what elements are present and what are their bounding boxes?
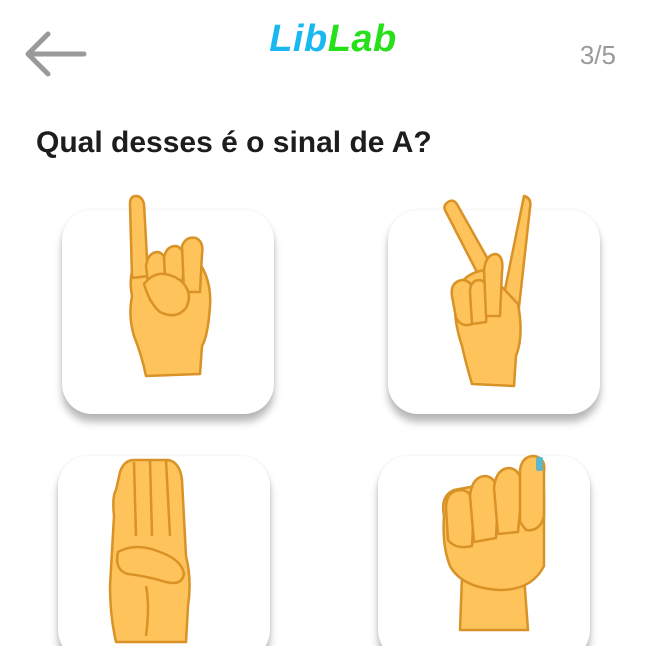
answer-option-2[interactable] bbox=[388, 194, 600, 414]
answer-option-3[interactable] bbox=[58, 456, 270, 646]
question-title: Qual desses é o sinal de A? bbox=[36, 126, 432, 159]
answer-option-4[interactable] bbox=[378, 454, 590, 646]
hand-sign-crossed-fingers-icon bbox=[443, 194, 532, 388]
logo-part-lab: Lab bbox=[327, 18, 397, 60]
answer-option-1[interactable] bbox=[62, 194, 274, 414]
hand-sign-flat-palm-icon bbox=[108, 458, 191, 644]
app-logo: LibLab bbox=[0, 18, 666, 61]
hand-sign-fist-thumb-side-icon bbox=[441, 454, 546, 632]
quiz-screen: LibLab 3/5 Qual desses é o sinal de A? bbox=[0, 0, 666, 646]
hand-sign-pinky-up-icon bbox=[128, 194, 212, 378]
nail-icon bbox=[536, 457, 543, 471]
logo-part-lib: Lib bbox=[269, 18, 328, 60]
progress-counter: 3/5 bbox=[579, 40, 616, 70]
